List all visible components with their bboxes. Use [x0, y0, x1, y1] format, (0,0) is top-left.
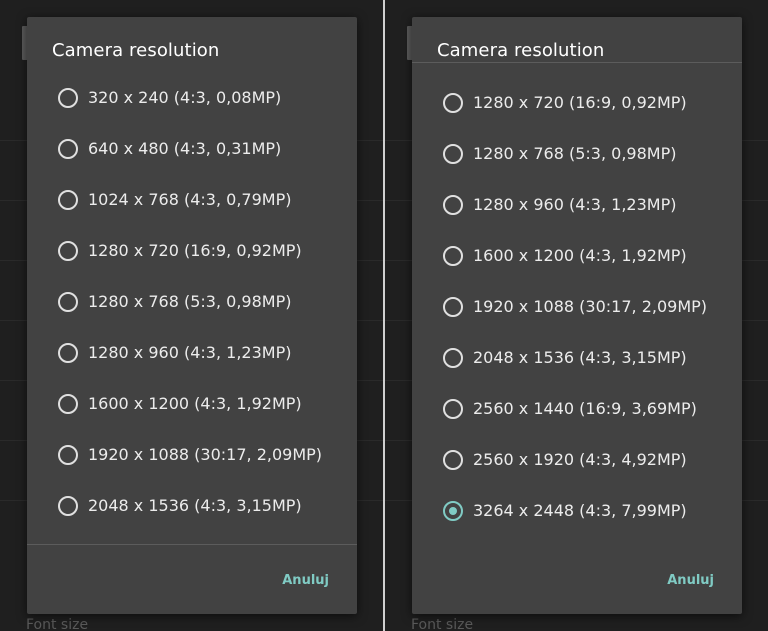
radio-unchecked-icon[interactable] — [58, 138, 78, 159]
radio-checked-icon[interactable] — [443, 500, 463, 521]
resolution-option[interactable]: 1280 x 768 (5:3, 0,98MP) — [27, 276, 357, 327]
resolution-option[interactable]: 1280 x 960 (4:3, 1,23MP) — [27, 327, 357, 378]
resolution-option[interactable]: 1280 x 720 (16:9, 0,92MP) — [412, 77, 742, 128]
option-label: 1600 x 1200 (4:3, 1,92MP) — [473, 246, 687, 265]
option-label: 1280 x 960 (4:3, 1,23MP) — [88, 343, 292, 362]
option-label: 1280 x 720 (16:9, 0,92MP) — [88, 241, 302, 260]
resolution-option[interactable]: 1600 x 1200 (4:3, 1,92MP) — [27, 378, 357, 429]
radio-unchecked-icon[interactable] — [58, 444, 78, 465]
option-label: 1920 x 1088 (30:17, 2,09MP) — [88, 445, 323, 464]
resolution-option[interactable]: 2048 x 1536 (4:3, 3,15MP) — [27, 480, 357, 531]
radio-unchecked-icon[interactable] — [443, 143, 463, 164]
actions-divider — [27, 544, 357, 545]
resolution-option[interactable]: 2560 x 1920 (4:3, 4,92MP) — [412, 434, 742, 485]
resolution-options-list: 1280 x 720 (16:9, 0,92MP) 1280 x 768 (5:… — [412, 77, 742, 536]
resolution-option[interactable]: 1600 x 1200 (4:3, 1,92MP) — [412, 230, 742, 281]
option-label: 2048 x 1536 (4:3, 3,15MP) — [473, 348, 687, 367]
background-setting-label: Font size — [411, 617, 474, 631]
option-label: 1920 x 1088 (30:17, 2,09MP) — [473, 297, 708, 316]
radio-unchecked-icon[interactable] — [443, 245, 463, 266]
background-setting-label: Font size — [26, 617, 89, 631]
option-label: 1600 x 1200 (4:3, 1,92MP) — [88, 394, 302, 413]
option-label: 1280 x 768 (5:3, 0,98MP) — [88, 292, 292, 311]
option-label: 2560 x 1440 (16:9, 3,69MP) — [473, 399, 697, 418]
radio-unchecked-icon[interactable] — [58, 291, 78, 312]
option-label: 320 x 240 (4:3, 0,08MP) — [88, 88, 282, 107]
right-screenshot: Font size Camera resolution 1280 x 720 (… — [385, 0, 768, 631]
option-label: 1024 x 768 (4:3, 0,79MP) — [88, 190, 292, 209]
resolution-option[interactable]: 1920 x 1088 (30:17, 2,09MP) — [27, 429, 357, 480]
resolution-option[interactable]: 2560 x 1440 (16:9, 3,69MP) — [412, 383, 742, 434]
radio-unchecked-icon[interactable] — [58, 495, 78, 516]
radio-unchecked-icon[interactable] — [443, 296, 463, 317]
dialog-title: Camera resolution — [52, 40, 220, 61]
option-label: 3264 x 2448 (4:3, 7,99MP) — [473, 501, 687, 520]
camera-resolution-dialog: Camera resolution 320 x 240 (4:3, 0,08MP… — [27, 17, 357, 614]
dialog-title: Camera resolution — [437, 40, 605, 61]
resolution-option[interactable]: 1280 x 960 (4:3, 1,23MP) — [412, 179, 742, 230]
option-label: 640 x 480 (4:3, 0,31MP) — [88, 139, 282, 158]
resolution-options-list: 320 x 240 (4:3, 0,08MP) 640 x 480 (4:3, … — [27, 72, 357, 531]
title-divider — [412, 62, 742, 63]
resolution-option[interactable]: 1920 x 1088 (30:17, 2,09MP) — [412, 281, 742, 332]
cancel-button[interactable]: Anuluj — [667, 573, 714, 588]
option-label: 1280 x 720 (16:9, 0,92MP) — [473, 93, 687, 112]
radio-unchecked-icon[interactable] — [443, 398, 463, 419]
radio-unchecked-icon[interactable] — [58, 393, 78, 414]
radio-unchecked-icon[interactable] — [443, 194, 463, 215]
camera-resolution-dialog: Camera resolution 1280 x 720 (16:9, 0,92… — [412, 17, 742, 614]
resolution-option[interactable]: 1280 x 768 (5:3, 0,98MP) — [412, 128, 742, 179]
radio-unchecked-icon[interactable] — [58, 240, 78, 261]
option-label: 1280 x 960 (4:3, 1,23MP) — [473, 195, 677, 214]
radio-unchecked-icon[interactable] — [443, 449, 463, 470]
resolution-option[interactable]: 320 x 240 (4:3, 0,08MP) — [27, 72, 357, 123]
radio-unchecked-icon[interactable] — [443, 92, 463, 113]
radio-unchecked-icon[interactable] — [58, 342, 78, 363]
left-screenshot: Font size Camera resolution 320 x 240 (4… — [0, 0, 383, 631]
resolution-option[interactable]: 1280 x 720 (16:9, 0,92MP) — [27, 225, 357, 276]
option-label: 2048 x 1536 (4:3, 3,15MP) — [88, 496, 302, 515]
resolution-option[interactable]: 2048 x 1536 (4:3, 3,15MP) — [412, 332, 742, 383]
resolution-option-selected[interactable]: 3264 x 2448 (4:3, 7,99MP) — [412, 485, 742, 536]
option-label: 2560 x 1920 (4:3, 4,92MP) — [473, 450, 687, 469]
radio-unchecked-icon[interactable] — [58, 87, 78, 108]
radio-unchecked-icon[interactable] — [443, 347, 463, 368]
resolution-option[interactable]: 640 x 480 (4:3, 0,31MP) — [27, 123, 357, 174]
option-label: 1280 x 768 (5:3, 0,98MP) — [473, 144, 677, 163]
cancel-button[interactable]: Anuluj — [282, 573, 329, 588]
resolution-option[interactable]: 1024 x 768 (4:3, 0,79MP) — [27, 174, 357, 225]
radio-unchecked-icon[interactable] — [58, 189, 78, 210]
